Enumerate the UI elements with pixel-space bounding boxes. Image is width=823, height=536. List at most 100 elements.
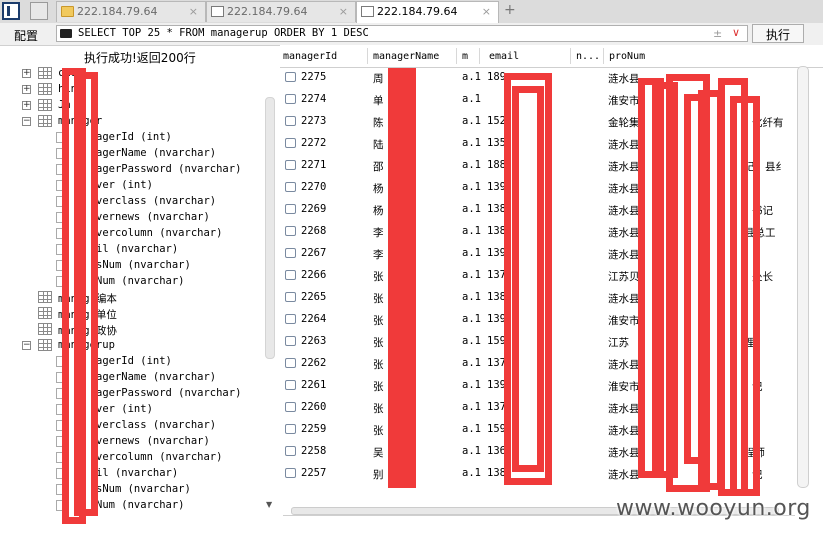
tree-column-node[interactable]: ver (int) [0, 402, 262, 418]
execute-button[interactable]: 执行 [752, 24, 804, 43]
tab-2-close-icon[interactable]: × [339, 5, 348, 18]
tree-column-node[interactable]: agerPassword (nvarchar) [0, 386, 262, 402]
row-icon [285, 72, 296, 82]
sql-input-text: SELECT TOP 25 * FROM managerup ORDER BY … [78, 27, 369, 39]
tree-column-node[interactable]: il (nvarchar) [0, 242, 262, 258]
plusminus-icon[interactable]: ± [713, 27, 722, 40]
tab-1[interactable]: 222.184.79.64 × [56, 1, 206, 22]
tab-3-close-icon[interactable]: × [482, 5, 491, 18]
tree-table-node[interactable]: manag 单位 [0, 306, 262, 322]
cell-pronum: 淮安市 [608, 381, 640, 393]
tree-column-node[interactable]: verclass (nvarchar) [0, 418, 262, 434]
tree-table-node[interactable]: + Ja [0, 98, 262, 114]
cell-managername: 杨 [373, 183, 384, 195]
tree-scroll-down-icon[interactable]: ▼ [266, 500, 272, 509]
tree-table-node[interactable]: + cno [0, 66, 262, 82]
tab-1-close-icon[interactable]: × [189, 5, 198, 18]
config-button[interactable]: 配置 [14, 27, 38, 44]
cell-managerid: 2266 [301, 269, 327, 281]
table-icon [38, 339, 52, 351]
cell-m: a.1 [462, 115, 481, 127]
new-tab-button[interactable]: + [504, 2, 516, 18]
table-icon [38, 307, 52, 319]
cell-managerid: 2257 [301, 467, 327, 479]
tree-column-node[interactable]: agerId (int) [0, 130, 262, 146]
tree-column-node[interactable]: il (nvarchar) [0, 466, 262, 482]
tree-column-node[interactable]: Num (nvarchar) [0, 498, 262, 514]
tree-table-node[interactable]: + hin [0, 82, 262, 98]
cell-managerid: 2263 [301, 335, 327, 347]
cell-pronum: 涟水县 [608, 469, 640, 481]
tab-2[interactable]: 222.184.79.64 × [206, 1, 356, 22]
chevron-down-icon[interactable]: ∨ [732, 26, 740, 39]
cell-m: a.1 [462, 137, 481, 149]
cell-pronum: 涟水县 [608, 227, 640, 239]
tree-table-node[interactable]: manag 编本 [0, 290, 262, 306]
table-icon [38, 67, 52, 79]
tree-node-label: vernews (nvarchar) [96, 435, 210, 447]
sql-input[interactable]: SELECT TOP 25 * FROM managerup ORDER BY … [56, 25, 748, 42]
tab-3[interactable]: 222.184.79.64 × [356, 1, 499, 24]
cell-managername: 陆 [373, 139, 384, 151]
tree-column-node[interactable]: sNum (nvarchar) [0, 482, 262, 498]
collapse-icon[interactable]: − [22, 117, 31, 126]
cell-m: a.1 [462, 93, 481, 105]
cell-pronum: 江苏贝 [608, 271, 640, 283]
tree-node-label: agerPassword (nvarchar) [96, 163, 242, 175]
tree-column-node[interactable]: vercolumn (nvarchar) [0, 226, 262, 242]
row-icon [285, 204, 296, 214]
column-header-email[interactable]: email [489, 51, 519, 62]
row-icon [285, 292, 296, 302]
redaction-mark [512, 86, 544, 472]
tree-column-node[interactable]: vernews (nvarchar) [0, 210, 262, 226]
cell-managerid: 2275 [301, 71, 327, 83]
tree-column-node[interactable]: agerPassword (nvarchar) [0, 162, 262, 178]
window-icon[interactable] [30, 2, 48, 20]
app-logo-icon[interactable] [2, 2, 20, 20]
tree-node-label: verclass (nvarchar) [96, 419, 217, 431]
tree-column-node[interactable]: verclass (nvarchar) [0, 194, 262, 210]
table-icon [38, 99, 52, 111]
expand-icon[interactable]: + [22, 85, 31, 94]
tree-column-node[interactable]: agerName (nvarchar) [0, 370, 262, 386]
row-icon [285, 226, 296, 236]
expand-icon[interactable]: + [22, 101, 31, 110]
status-message: 执行成功!返回200行 [84, 51, 196, 65]
cell-pronum: 金轮集 [608, 117, 640, 129]
tree-column-node[interactable]: agerName (nvarchar) [0, 146, 262, 162]
tree-column-node[interactable]: sNum (nvarchar) [0, 258, 262, 274]
folder-icon [61, 6, 74, 17]
column-header-managername[interactable]: managerName [373, 51, 439, 62]
tree-column-node[interactable]: agerId (int) [0, 354, 262, 370]
column-header-m[interactable]: m [462, 51, 468, 62]
cell-managername: 张 [373, 293, 384, 305]
cell-managername: 张 [373, 337, 384, 349]
cell-managerid: 2265 [301, 291, 327, 303]
column-header-managerid[interactable]: managerId [283, 51, 337, 62]
tree-table-node[interactable]: − managerup [0, 338, 262, 354]
collapse-icon[interactable]: − [22, 341, 31, 350]
tree-column-node[interactable]: vernews (nvarchar) [0, 434, 262, 450]
tree-column-node[interactable]: vercolumn (nvarchar) [0, 450, 262, 466]
row-icon [285, 336, 296, 346]
tree-table-node[interactable]: manag 政协 [0, 322, 262, 338]
row-icon [285, 270, 296, 280]
cell-managerid: 2258 [301, 445, 327, 457]
tree-column-node[interactable]: Num (nvarchar) [0, 274, 262, 290]
cell-managername: 张 [373, 381, 384, 393]
grid-vertical-scrollbar[interactable] [797, 66, 809, 488]
cell-managername: 张 [373, 403, 384, 415]
tree-table-node[interactable]: − manager [0, 114, 262, 130]
cell-managername: 周 [373, 73, 384, 85]
cell-managername: 吴 [373, 447, 384, 459]
column-header-n[interactable]: n... [576, 51, 600, 62]
cell-pronum: 涟水县 [608, 139, 640, 151]
tree-column-node[interactable]: ver (int) [0, 178, 262, 194]
cell-managerid: 2271 [301, 159, 327, 171]
cell-pronum: 涟水县 [608, 425, 640, 437]
tree-scrollbar[interactable] [265, 97, 275, 359]
expand-icon[interactable]: + [22, 69, 31, 78]
cell-m: a.1 [462, 379, 481, 391]
cell-managername: 别 [373, 469, 384, 481]
column-header-pronum[interactable]: proNum [609, 51, 645, 62]
